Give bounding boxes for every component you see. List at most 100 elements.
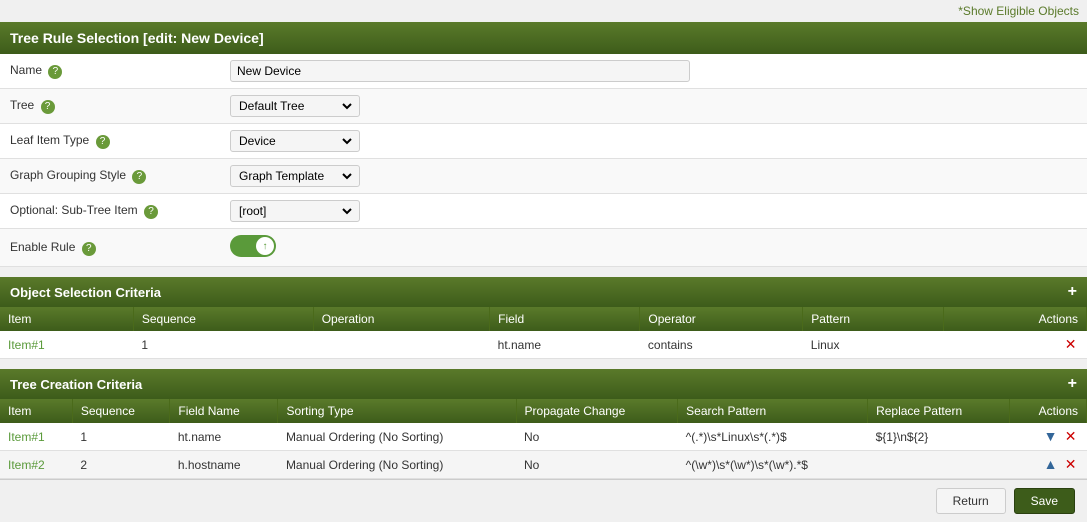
leaf-item-select-wrapper: Device <box>230 130 360 152</box>
object-selection-header: Object Selection Criteria + <box>0 277 1087 307</box>
top-bar: *Show Eligible Objects <box>0 0 1087 22</box>
tree-creation-header-row: Item Sequence Field Name Sorting Type Pr… <box>0 399 1087 423</box>
fieldname-cell: h.hostname <box>170 451 278 479</box>
tree-select[interactable]: Default Tree <box>235 98 355 114</box>
tree-label: Tree ? <box>0 89 220 124</box>
tc-col-propagate: Propagate Change <box>516 399 678 423</box>
object-selection-add-icon[interactable]: + <box>1068 283 1077 301</box>
actions-cell: ▼ ✕ <box>1009 423 1086 451</box>
delete-icon[interactable]: ✕ <box>1065 428 1077 444</box>
object-selection-header-row: Item Sequence Operation Field Operator P… <box>0 307 1087 331</box>
enable-rule-toggle-cell <box>220 229 1087 267</box>
leaf-item-label: Leaf Item Type ? <box>0 124 220 159</box>
footer: Return Save <box>0 479 1087 522</box>
sortingtype-cell: Manual Ordering (No Sorting) <box>278 423 516 451</box>
table-row: Item#2 2 h.hostname Manual Ordering (No … <box>0 451 1087 479</box>
col-actions: Actions <box>944 307 1087 331</box>
replacepattern-cell: ${1}\n${2} <box>868 423 1010 451</box>
col-field: Field <box>490 307 640 331</box>
tree-creation-add-icon[interactable]: + <box>1068 375 1077 393</box>
tree-select-cell: Default Tree <box>220 89 1087 124</box>
graph-grouping-help-icon[interactable]: ? <box>132 170 146 184</box>
name-input[interactable] <box>230 60 690 82</box>
subtree-select[interactable]: [root] <box>235 203 355 219</box>
col-sequence: Sequence <box>133 307 313 331</box>
return-button[interactable]: Return <box>936 488 1006 514</box>
sequence-cell: 2 <box>72 451 170 479</box>
tc-col-sortingtype: Sorting Type <box>278 399 516 423</box>
sequence-cell: 1 <box>72 423 170 451</box>
toggle-knob <box>256 237 274 255</box>
object-selection-section: Object Selection Criteria + Item Sequenc… <box>0 277 1087 359</box>
searchpattern-cell: ^(.*)\s*Linux\s*(.*)$ <box>678 423 868 451</box>
pattern-cell: Linux <box>803 331 944 359</box>
leaf-item-row: Leaf Item Type ? Device <box>0 124 1087 159</box>
save-button[interactable]: Save <box>1014 488 1075 514</box>
sortingtype-cell: Manual Ordering (No Sorting) <box>278 451 516 479</box>
propagate-cell: No <box>516 451 678 479</box>
delete-icon[interactable]: ✕ <box>1065 456 1077 472</box>
leaf-item-help-icon[interactable]: ? <box>96 135 110 149</box>
form-table: Name ? Tree ? Default Tree Leaf <box>0 54 1087 267</box>
item-link[interactable]: Item#1 <box>8 430 45 444</box>
leaf-item-select[interactable]: Device <box>235 133 355 149</box>
col-operation: Operation <box>313 307 489 331</box>
tc-col-sequence: Sequence <box>72 399 170 423</box>
object-selection-title: Object Selection Criteria <box>10 285 161 300</box>
subtree-label: Optional: Sub-Tree Item ? <box>0 194 220 229</box>
item-link[interactable]: Item#1 <box>8 338 45 352</box>
subtree-select-wrapper: [root] <box>230 200 360 222</box>
tree-creation-table: Item Sequence Field Name Sorting Type Pr… <box>0 399 1087 479</box>
tree-row: Tree ? Default Tree <box>0 89 1087 124</box>
item-link[interactable]: Item#2 <box>8 458 45 472</box>
col-pattern: Pattern <box>803 307 944 331</box>
col-operator: Operator <box>640 307 803 331</box>
up-icon[interactable]: ▲ <box>1044 456 1058 472</box>
tc-col-item: Item <box>0 399 72 423</box>
enable-rule-help-icon[interactable]: ? <box>82 242 96 256</box>
down-icon[interactable]: ▼ <box>1044 428 1058 444</box>
graph-grouping-select-cell: Graph Template <box>220 159 1087 194</box>
graph-grouping-select-wrapper: Graph Template <box>230 165 360 187</box>
leaf-item-select-cell: Device <box>220 124 1087 159</box>
col-item: Item <box>0 307 133 331</box>
subtree-row: Optional: Sub-Tree Item ? [root] <box>0 194 1087 229</box>
name-help-icon[interactable]: ? <box>48 65 62 79</box>
actions-cell: ▲ ✕ <box>1009 451 1086 479</box>
operation-cell <box>313 331 489 359</box>
graph-grouping-row: Graph Grouping Style ? Graph Template <box>0 159 1087 194</box>
tree-creation-header: Tree Creation Criteria + <box>0 369 1087 399</box>
tree-creation-section: Tree Creation Criteria + Item Sequence F… <box>0 369 1087 479</box>
fieldname-cell: ht.name <box>170 423 278 451</box>
enable-rule-toggle[interactable] <box>230 235 276 257</box>
tc-col-fieldname: Field Name <box>170 399 278 423</box>
tc-col-searchpattern: Search Pattern <box>678 399 868 423</box>
graph-grouping-label: Graph Grouping Style ? <box>0 159 220 194</box>
subtree-help-icon[interactable]: ? <box>144 205 158 219</box>
show-eligible-link[interactable]: *Show Eligible Objects <box>958 4 1079 18</box>
tree-help-icon[interactable]: ? <box>41 100 55 114</box>
graph-grouping-select[interactable]: Graph Template <box>235 168 355 184</box>
tc-col-replacepattern: Replace Pattern <box>868 399 1010 423</box>
enable-rule-row: Enable Rule ? <box>0 229 1087 267</box>
name-value-cell <box>220 54 1087 89</box>
tc-col-actions: Actions <box>1009 399 1086 423</box>
table-row: Item#1 1 ht.name contains Linux ✕ <box>0 331 1087 359</box>
subtree-select-cell: [root] <box>220 194 1087 229</box>
sequence-cell: 1 <box>133 331 313 359</box>
table-row: Item#1 1 ht.name Manual Ordering (No Sor… <box>0 423 1087 451</box>
tree-creation-title: Tree Creation Criteria <box>10 377 142 392</box>
replacepattern-cell <box>868 451 1010 479</box>
searchpattern-cell: ^(\w*)\s*(\w*)\s*(\w*).*$ <box>678 451 868 479</box>
enable-rule-label: Enable Rule ? <box>0 229 220 267</box>
actions-cell: ✕ <box>944 331 1087 359</box>
object-selection-table: Item Sequence Operation Field Operator P… <box>0 307 1087 359</box>
field-cell: ht.name <box>490 331 640 359</box>
operator-cell: contains <box>640 331 803 359</box>
name-label: Name ? <box>0 54 220 89</box>
delete-icon[interactable]: ✕ <box>1065 336 1077 352</box>
tree-select-wrapper: Default Tree <box>230 95 360 117</box>
propagate-cell: No <box>516 423 678 451</box>
name-row: Name ? <box>0 54 1087 89</box>
page-title: Tree Rule Selection [edit: New Device] <box>0 22 1087 54</box>
